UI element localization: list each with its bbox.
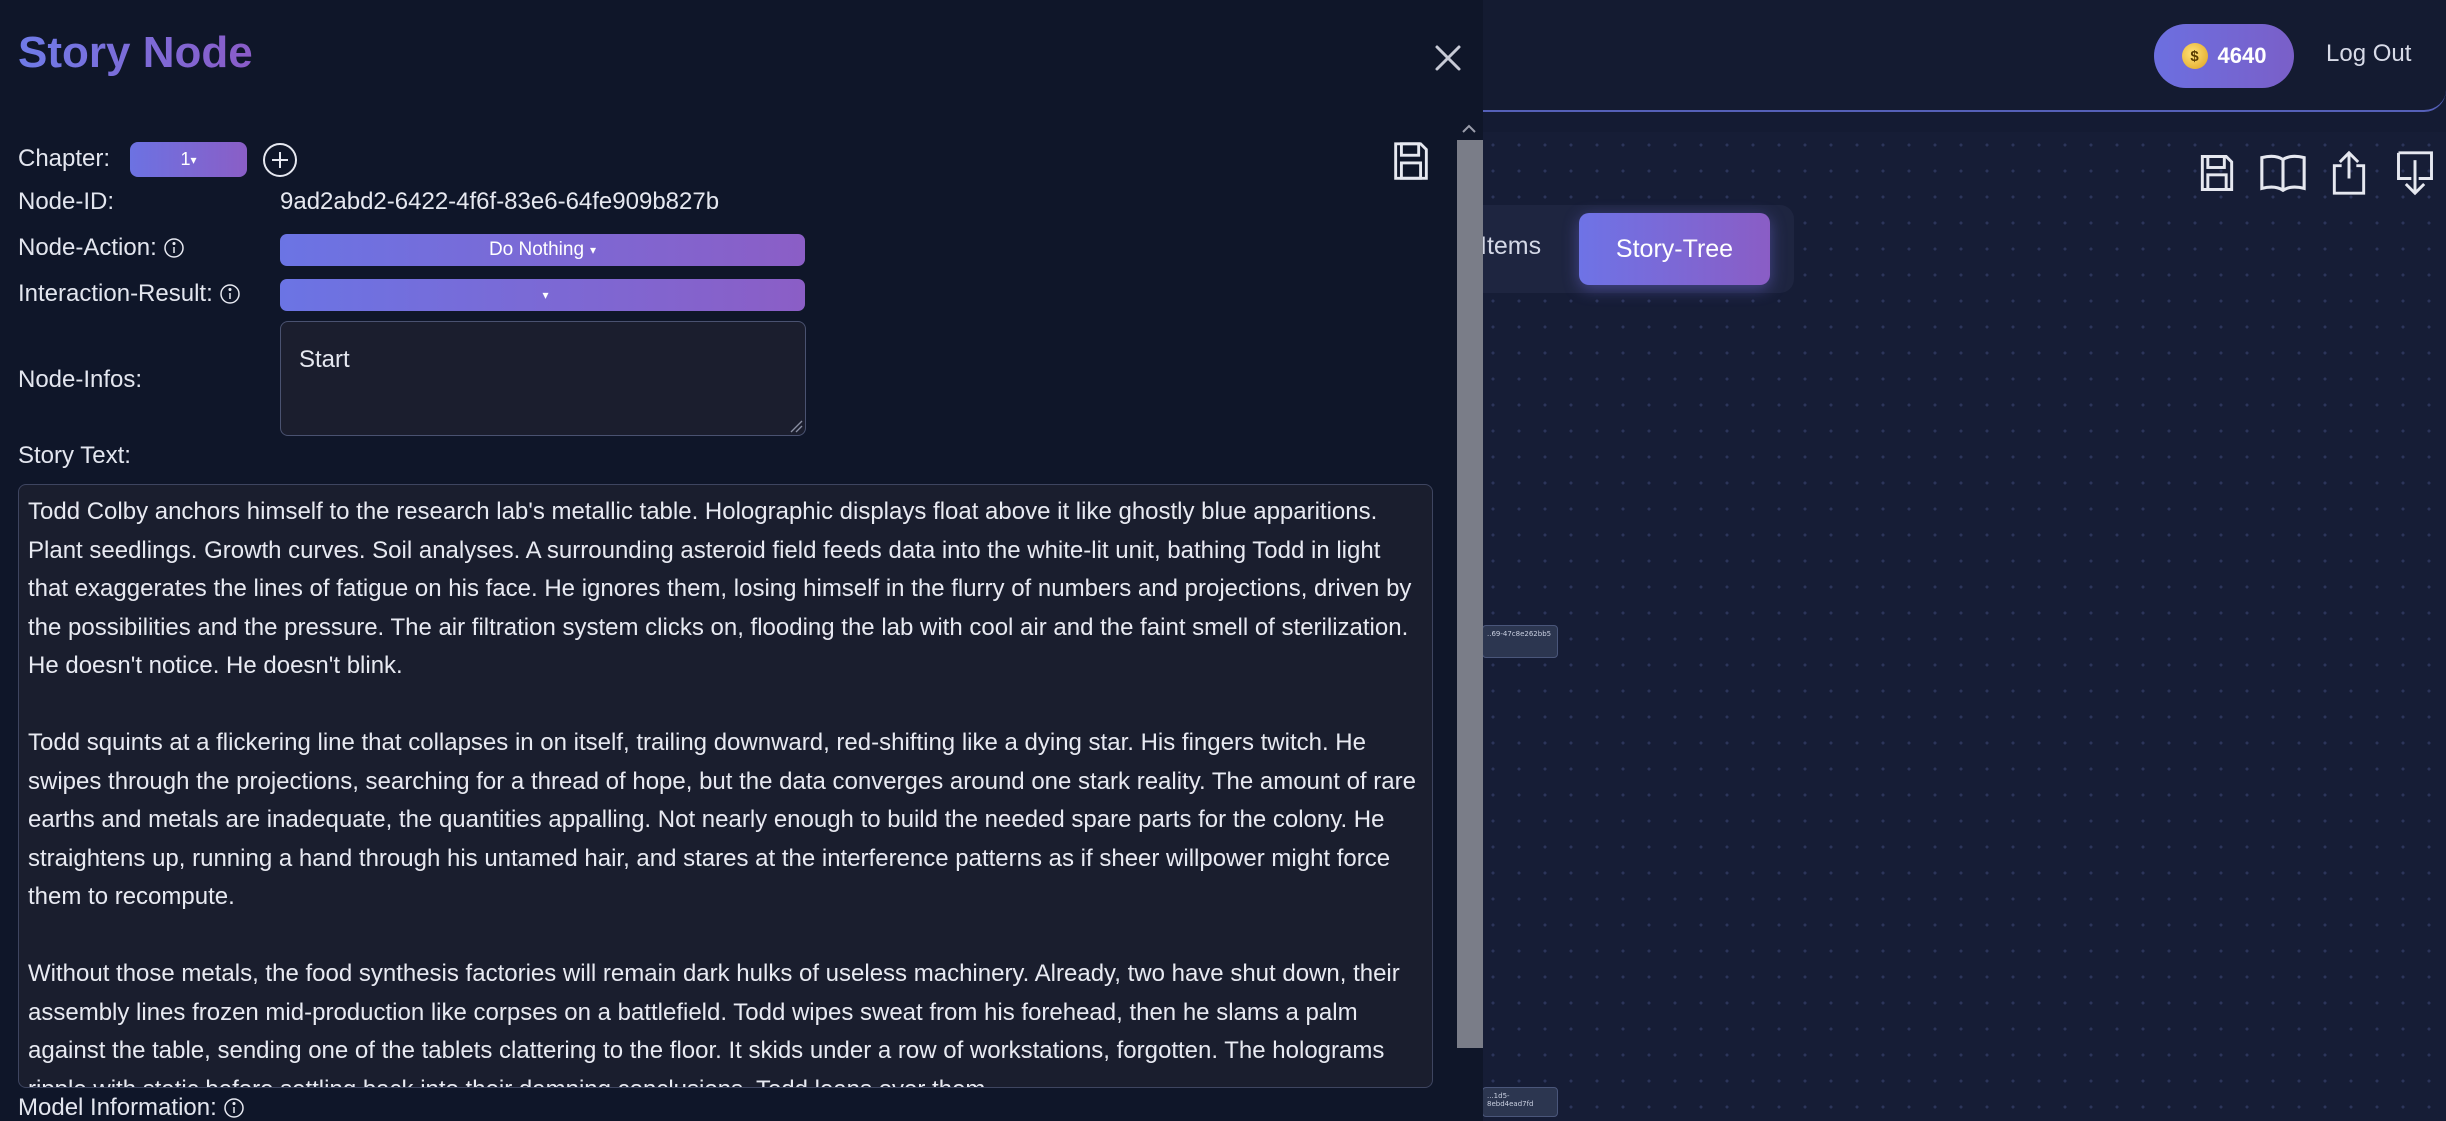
interaction-result-label-text: Interaction-Result: (18, 280, 213, 307)
node-action-label-text: Node-Action: (18, 234, 157, 261)
save-icon[interactable] (2192, 148, 2242, 198)
logout-link[interactable]: Log Out (2326, 40, 2411, 68)
story-paragraph: Todd Colby anchors himself to the resear… (28, 498, 1419, 679)
node-infos-label: Node-Infos: (18, 366, 142, 394)
coin-balance-value: 4640 (2217, 43, 2267, 68)
coin-balance-badge[interactable]: $ 4640 (2154, 24, 2294, 88)
chevron-down-icon: ▾ (542, 288, 549, 302)
node-action-select[interactable]: Do Nothing ▾ (280, 234, 805, 266)
node-id-label-text: Node-ID: (18, 188, 115, 215)
info-icon[interactable] (219, 283, 241, 305)
chapter-label-text: Chapter: (18, 145, 111, 172)
export-icon[interactable] (2324, 148, 2374, 198)
resize-handle-icon[interactable] (787, 417, 803, 433)
tab-items[interactable]: Items (1480, 232, 1541, 261)
tree-node[interactable]: ...1d5-8ebd4ead7fd (1482, 1087, 1558, 1117)
story-text-label-text: Story Text: (18, 442, 131, 469)
interaction-result-label: Interaction-Result: (18, 280, 241, 308)
close-icon[interactable] (1428, 38, 1468, 78)
add-chapter-icon[interactable] (261, 141, 299, 179)
chapter-value: 1 (180, 149, 191, 169)
chapter-label: Chapter: (18, 145, 110, 173)
node-action-label: Node-Action: (18, 234, 185, 262)
interaction-result-select[interactable]: ▾ (280, 279, 805, 311)
story-node-panel: Story Node Chapter: 1 ▾ Node-ID: 9ad2abd… (0, 0, 1483, 1121)
tree-node-label: ..69-47c8e262bb5 (1487, 630, 1552, 638)
tree-node-label: ...1d5-8ebd4ead7fd (1487, 1092, 1534, 1108)
chevron-down-icon: ▾ (590, 243, 597, 257)
book-icon[interactable] (2258, 148, 2308, 198)
node-infos-textarea[interactable]: Start (280, 321, 806, 436)
node-action-value: Do Nothing (488, 239, 585, 260)
node-infos-value: Start (299, 346, 350, 373)
panel-title: Story Node (18, 28, 253, 77)
story-paragraph: Todd squints at a flickering line that c… (28, 729, 1423, 910)
story-paragraph: Without those metals, the food synthesis… (28, 960, 1400, 1087)
node-id-value: 9ad2abd2-6422-4f6f-83e6-64fe909b827b (280, 188, 720, 215)
money-bag-icon: $ (2181, 43, 2208, 69)
info-icon[interactable] (163, 237, 185, 259)
node-infos-label-text: Node-Infos: (18, 366, 143, 393)
tree-toolbar (2192, 148, 2440, 198)
import-icon[interactable] (2390, 148, 2440, 198)
save-node-icon[interactable] (1388, 138, 1436, 186)
story-text-textarea[interactable]: Todd Colby anchors himself to the resear… (18, 484, 1433, 1088)
scrollbar-thumb[interactable] (1457, 140, 1483, 1048)
info-icon[interactable] (223, 1097, 245, 1119)
model-information-label-text: Model Information: (18, 1094, 217, 1121)
scroll-up-arrow-icon[interactable] (1461, 121, 1477, 133)
node-id-label: Node-ID: (18, 188, 114, 216)
story-text-label: Story Text: (18, 442, 131, 470)
tab-story-tree[interactable]: Story-Tree (1579, 213, 1770, 285)
chevron-down-icon: ▾ (190, 152, 197, 167)
chapter-select[interactable]: 1 ▾ (130, 142, 247, 177)
tree-node[interactable]: ..69-47c8e262bb5 (1482, 625, 1558, 658)
model-information-label: Model Information: (18, 1094, 245, 1121)
